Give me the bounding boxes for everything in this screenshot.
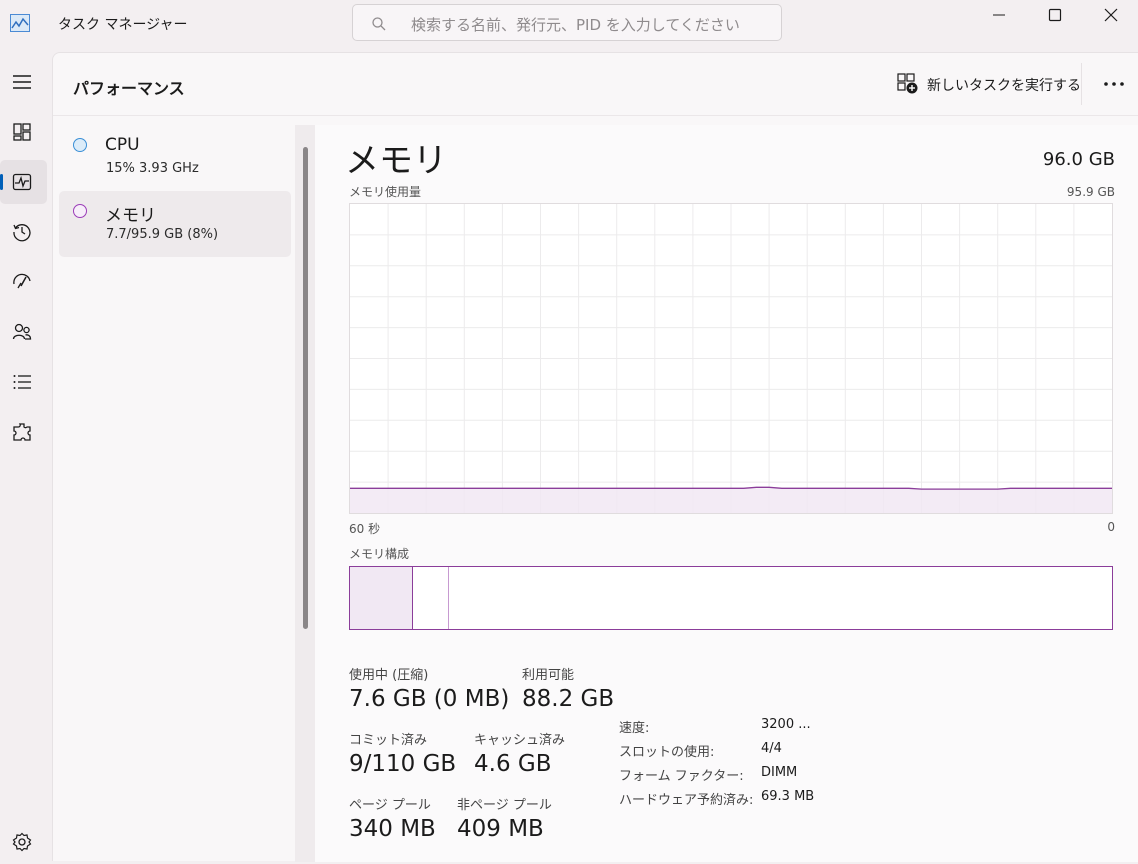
stat-nonpaged-pool-label: 非ページ プール [457,798,552,813]
spec-speed-value: 3200 ... [761,717,811,732]
new-task-icon [897,73,918,94]
nav-startup-apps[interactable] [0,260,47,304]
minimize-button[interactable] [972,0,1026,30]
cpu-indicator [73,138,87,152]
device-item-cpu[interactable]: CPU 15% 3.93 GHz [59,125,291,191]
spec-form-factor-value: DIMM [761,765,798,780]
spec-form-factor-label: フォーム ファクター: [619,769,744,784]
app-history-icon [13,224,31,242]
graph-time-start: 60 秒 [349,522,381,536]
main-panel: パフォーマンス 新しいタスクを実行する CPU 15% 3.93 GHz メモリ… [52,52,1138,862]
spec-hardware-reserved-label: ハードウェア予約済み: [619,793,754,808]
startup-apps-icon [13,273,31,289]
usage-graph-label: メモリ使用量 [349,185,422,199]
memory-usage-graph [349,203,1113,514]
stat-available-label: 利用可能 [522,668,575,683]
nav-users[interactable] [0,310,47,354]
stat-available-value: 88.2 GB [522,686,615,712]
device-list-scrollbar[interactable] [295,125,315,862]
title-bar: タスク マネージャー 検索する名前、発行元、PID を入力してください [0,0,1138,48]
new-task-label: 新しいタスクを実行する [927,78,1081,94]
nav-processes[interactable] [0,110,47,154]
window-title: タスク マネージャー [58,17,188,33]
maximize-icon [1048,8,1062,22]
stat-nonpaged-pool-value: 409 MB [457,816,544,842]
stat-paged-pool-label: ページ プール [349,798,431,813]
memory-usage-chart [350,204,1112,513]
search-box[interactable]: 検索する名前、発行元、PID を入力してください [352,4,782,41]
header-divider [1081,63,1082,105]
minimize-icon [993,14,1005,16]
composition-label: メモリ構成 [349,547,410,561]
search-icon [372,17,386,31]
task-manager-app-icon [10,14,30,32]
more-options-icon[interactable] [1103,81,1125,87]
nav-performance[interactable] [0,160,47,204]
stat-cached-label: キャッシュ済み [474,733,566,748]
spec-slots-label: スロットの使用: [619,745,715,760]
close-icon [1104,8,1118,22]
services-icon [13,423,31,441]
spec-hardware-reserved-value: 69.3 MB [761,789,815,804]
stat-committed-label: コミット済み [349,733,428,748]
usage-area [350,488,1112,513]
stat-in-use-value: 7.6 GB (0 MB) [349,686,510,712]
device-item-memory[interactable]: メモリ 7.7/95.9 GB (8%) [59,191,291,257]
composition-in-use [350,567,413,629]
resource-title: メモリ [345,141,447,181]
hamburger-button[interactable] [0,60,47,104]
nav-services[interactable] [0,410,47,454]
device-name: メモリ [105,206,156,226]
spec-slots-value: 4/4 [761,741,782,756]
page-title: パフォーマンス [73,79,185,98]
processes-icon [13,123,31,141]
memory-indicator [73,204,87,218]
performance-icon [12,173,32,191]
usage-graph-max: 95.9 GB [1066,185,1115,199]
search-input[interactable]: 検索する名前、発行元、PID を入力してください [411,14,740,35]
details-icon [13,375,31,389]
maximize-button[interactable] [1028,0,1082,30]
graph-time-end: 0 [1107,520,1115,534]
hamburger-icon [13,75,31,89]
close-button[interactable] [1084,0,1138,30]
stat-in-use-label: 使用中 (圧縮) [349,668,429,683]
nav-settings[interactable] [0,820,47,864]
stat-committed-value: 9/110 GB [349,751,457,777]
device-name: CPU [105,135,140,155]
users-icon [12,323,32,340]
memory-composition-bar [349,566,1113,630]
settings-icon [12,832,32,852]
scrollbar-thumb[interactable] [303,147,308,629]
nav-app-history[interactable] [0,210,47,254]
stat-cached-value: 4.6 GB [474,751,552,777]
device-subtext: 15% 3.93 GHz [106,161,199,176]
stat-paged-pool-value: 340 MB [349,816,436,842]
nav-details[interactable] [0,360,47,404]
page-header: パフォーマンス 新しいタスクを実行する [53,53,1138,116]
device-subtext: 7.7/95.9 GB (8%) [106,227,219,242]
memory-detail-pane: メモリ 96.0 GB メモリ使用量 95.9 GB 60 秒 0 メモリ構成 … [315,125,1138,862]
composition-modified [413,567,449,629]
spec-speed-label: 速度: [619,721,650,736]
memory-total: 96.0 GB [1042,149,1115,170]
navigation-rail [0,48,52,861]
